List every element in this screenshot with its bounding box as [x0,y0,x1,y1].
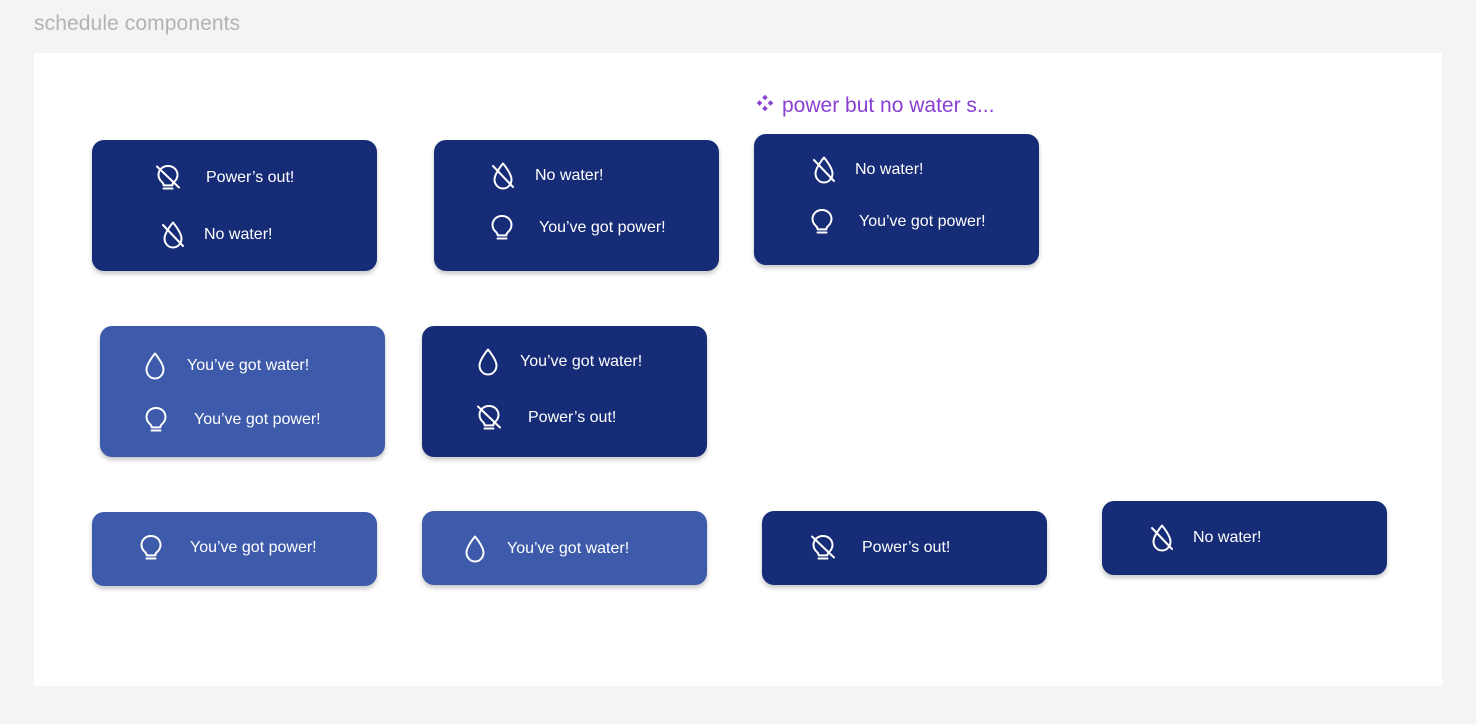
card-row: You’ve got water! [470,344,642,380]
schedule-card-no-water-power[interactable]: No water! You’ve got power! [434,140,719,271]
component-label-text: power but no water s... [782,94,995,117]
card-row-label: Power’s out! [528,409,617,426]
card-row: You’ve got power! [804,204,986,240]
card-row-label: You’ve got power! [539,219,666,236]
bulb-icon [138,402,174,438]
card-row: You’ve got water! [137,348,309,384]
card-row-label: No water! [855,161,924,178]
schedule-card-water-power-out[interactable]: You’ve got water! Power’s out! [422,326,707,457]
card-row-label: No water! [1193,529,1262,546]
card-row: Power’s out! [150,160,294,196]
water-off-icon [485,158,521,194]
card-row-label: You’ve got water! [507,540,630,557]
card-row: You’ve got water! [457,531,629,567]
water-drop-icon [137,348,173,384]
card-row: No water! [1144,520,1261,556]
bulb-icon [133,530,169,566]
card-row: No water! [806,152,923,188]
schedule-card-no-water-power-component[interactable]: No water! You’ve got power! [754,134,1039,265]
card-row-label: You’ve got water! [520,353,643,370]
card-row: No water! [485,158,603,194]
card-row: You’ve got power! [138,402,321,438]
frame-title: schedule components [34,12,241,35]
schedule-card-water[interactable]: You’ve got water! [422,511,707,585]
card-row: You’ve got power! [133,530,317,566]
card-row: You’ve got power! [484,210,666,246]
card-row-label: Power’s out! [862,539,951,556]
card-row: Power’s out! [471,400,616,436]
water-off-icon [1144,520,1180,556]
water-off-icon [806,152,842,188]
schedule-card-power-out-no-water[interactable]: Power’s out! No water! [92,140,377,271]
power-off-icon [471,400,507,436]
water-off-icon [155,217,191,253]
power-off-icon [150,160,186,196]
card-row-label: No water! [535,167,604,184]
water-drop-icon [470,344,506,380]
bulb-icon [804,204,840,240]
card-row-label: You’ve got water! [187,357,310,374]
card-row-label: You’ve got power! [859,213,986,230]
power-off-icon [805,530,841,566]
component-label[interactable]: power but no water s... [754,92,994,120]
schedule-card-no-water[interactable]: No water! [1102,501,1387,575]
component-diamond-icon [754,92,776,120]
card-row-label: You’ve got power! [194,411,321,428]
schedule-card-power-out[interactable]: Power’s out! [762,511,1047,585]
card-row-label: You’ve got power! [190,539,317,556]
bulb-icon [484,210,520,246]
water-drop-icon [457,531,493,567]
card-row: Power’s out! [805,530,950,566]
card-row-label: No water! [204,226,273,243]
card-row: No water! [155,217,272,253]
schedule-card-water-power[interactable]: You’ve got water! You’ve got power! [100,326,385,457]
card-row-label: Power’s out! [206,169,295,186]
schedule-card-power[interactable]: You’ve got power! [92,512,377,586]
